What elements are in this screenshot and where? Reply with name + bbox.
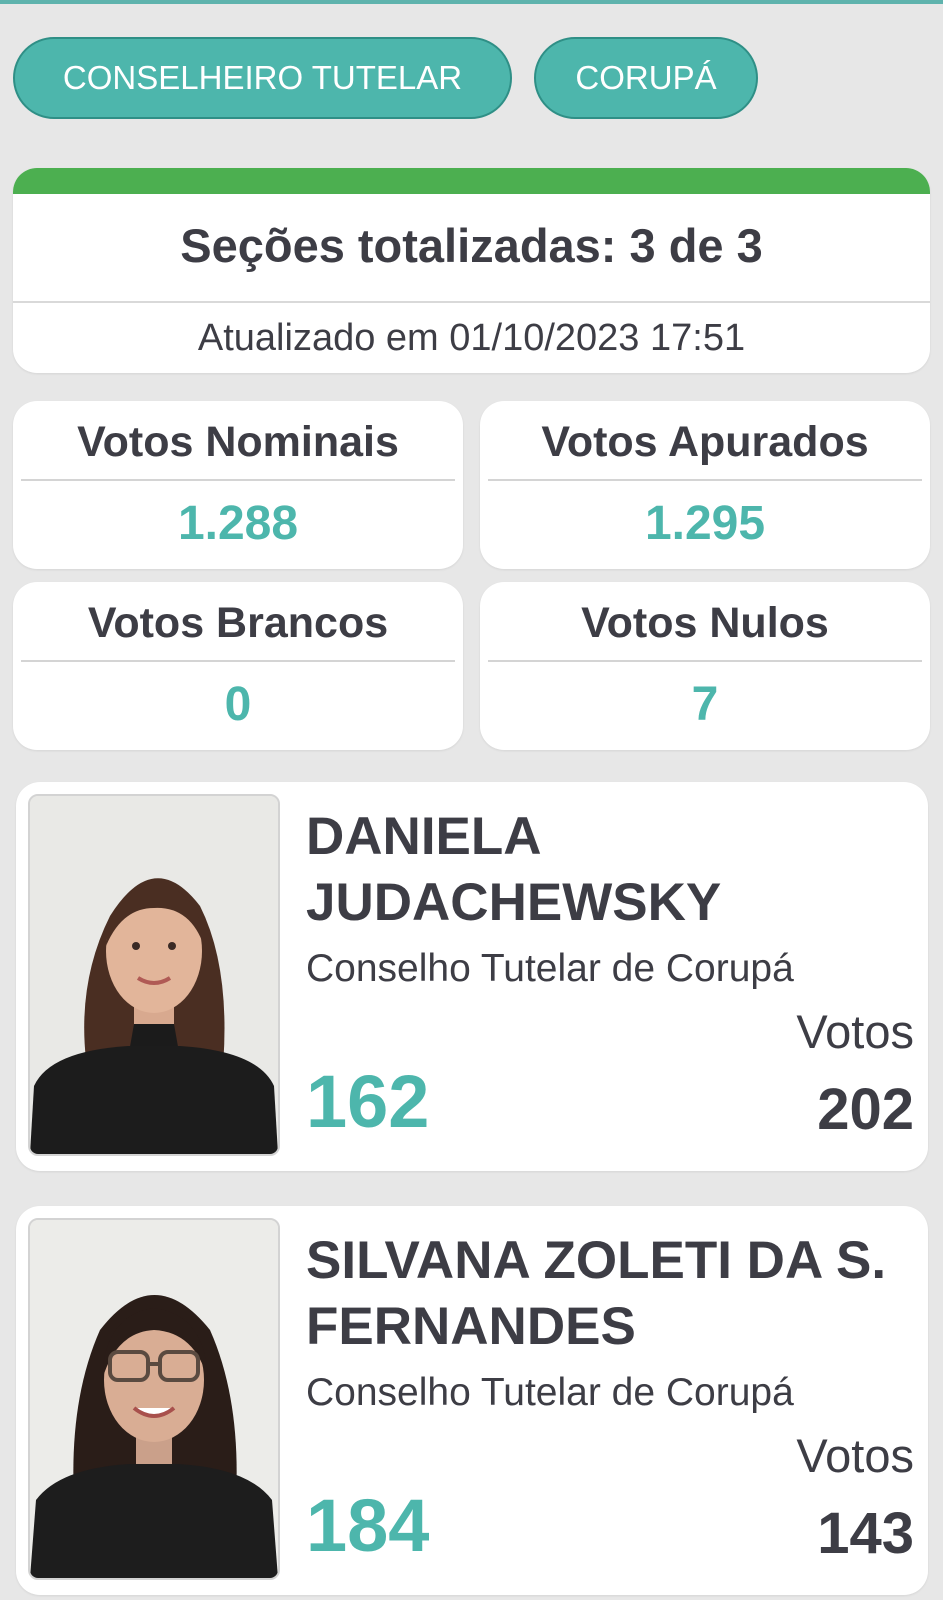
municipio-filter-button[interactable]: CORUPÁ xyxy=(534,37,758,119)
stat-label: Votos Nominais xyxy=(21,401,455,481)
votes-label: Votos xyxy=(796,1429,914,1482)
stat-value: 0 xyxy=(224,678,252,731)
votes-label: Votos xyxy=(796,1005,914,1058)
candidate-card[interactable]: SILVANA ZOLETI DA S. FERNANDES Conselho … xyxy=(16,1206,928,1595)
candidate-name: DANIELA JUDACHEWSKY xyxy=(306,807,722,932)
filter-chips: CONSELHEIRO TUTELAR CORUPÁ xyxy=(13,37,758,119)
candidate-organization: Conselho Tutelar de Corupá xyxy=(306,1371,794,1414)
stat-card-nominais: Votos Nominais 1.288 xyxy=(13,401,463,569)
stat-card-nulos: Votos Nulos 7 xyxy=(480,582,930,750)
sections-progress-bar xyxy=(13,168,930,194)
stat-card-apurados: Votos Apurados 1.295 xyxy=(480,401,930,569)
candidate-organization: Conselho Tutelar de Corupá xyxy=(306,947,794,990)
candidate-photo xyxy=(28,794,280,1156)
stat-value: 1.288 xyxy=(177,497,299,550)
stat-label: Votos Apurados xyxy=(488,401,922,481)
stat-value: 7 xyxy=(691,678,719,731)
stat-label: Votos Brancos xyxy=(21,582,455,662)
stat-value: 1.295 xyxy=(644,497,766,550)
candidate-number: 162 xyxy=(306,1060,430,1143)
sections-title: Seções totalizadas: 3 de 3 xyxy=(13,194,930,303)
candidate-name: SILVANA ZOLETI DA S. FERNANDES xyxy=(306,1231,887,1356)
cargo-filter-button[interactable]: CONSELHEIRO TUTELAR xyxy=(13,37,512,119)
candidate-votes: 202 xyxy=(817,1077,914,1142)
candidate-number: 184 xyxy=(306,1484,430,1567)
stat-label: Votos Nulos xyxy=(488,582,922,662)
candidate-votes: 143 xyxy=(817,1501,914,1566)
updated-timestamp: Atualizado em 01/10/2023 17:51 xyxy=(197,317,746,359)
candidate-photo xyxy=(28,1218,280,1580)
stat-card-brancos: Votos Brancos 0 xyxy=(13,582,463,750)
top-accent-line xyxy=(0,0,943,4)
sections-card: Seções totalizadas: 3 de 3 Atualizado em… xyxy=(13,168,930,373)
candidate-card[interactable]: DANIELA JUDACHEWSKY Conselho Tutelar de … xyxy=(16,782,928,1171)
